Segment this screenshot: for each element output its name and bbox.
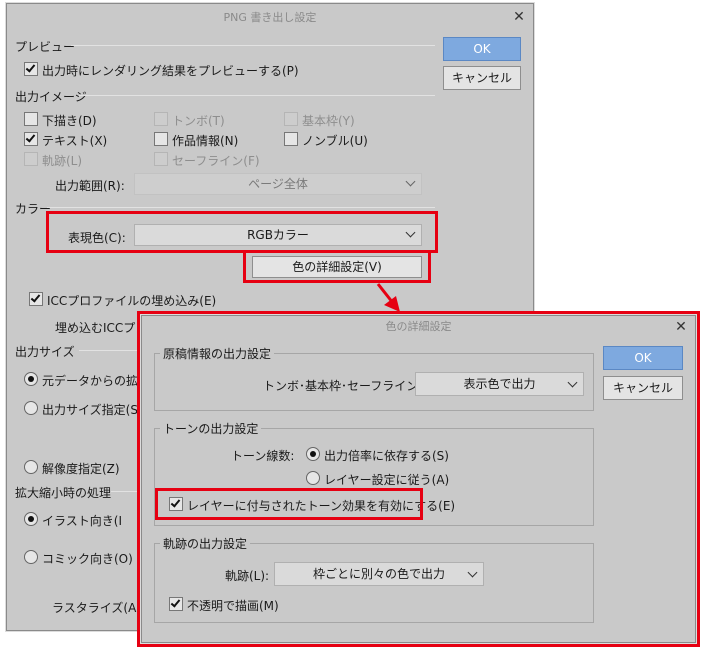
nombre-checkbox[interactable]	[284, 132, 298, 146]
opaque-label: 不透明で描画(M)	[187, 599, 279, 613]
output-image-divider	[79, 95, 435, 96]
png-dialog-title: PNG 書き出し設定	[223, 11, 317, 24]
tone-effect-checkbox[interactable]	[169, 497, 183, 511]
output-image-section-title: 出力イメージ	[15, 90, 87, 104]
trail-output-select[interactable]: 枠ごとに別々の色で出力	[274, 562, 484, 586]
color-section-title: カラー	[15, 202, 52, 216]
preview-divider	[71, 45, 435, 46]
source-info-group-title: 原稿情報の出力設定	[160, 345, 275, 362]
tombo-output-value: 表示色で出力	[463, 377, 536, 391]
resolution-specify-radio[interactable]	[24, 460, 38, 474]
output-range-label: 出力範囲(R):	[55, 179, 125, 193]
tone-layer-label: レイヤー設定に従う(A)	[324, 473, 450, 487]
icc-embed-checkbox[interactable]	[29, 292, 43, 306]
tone-scale-radio[interactable]	[306, 447, 320, 461]
output-size-section-title: 出力サイズ	[15, 345, 75, 359]
draft-label: 下描き(D)	[42, 114, 97, 128]
tombo-checkbox	[154, 112, 168, 126]
color-mode-value: RGBカラー	[247, 228, 309, 242]
output-range-select: ページ全体	[134, 173, 422, 195]
scaling-divider	[111, 491, 139, 492]
scaling-section-title: 拡大縮小時の処理	[15, 486, 112, 500]
trail-output-label: 軌跡(L):	[225, 569, 270, 583]
for-illust-radio[interactable]	[24, 512, 38, 526]
color-mode-select[interactable]: RGBカラー	[134, 224, 422, 246]
tone-lines-label: トーン線数:	[231, 449, 295, 463]
color-divider	[47, 207, 435, 208]
nombre-label: ノンブル(U)	[302, 134, 368, 148]
chevron-down-icon	[567, 377, 578, 388]
png-dialog-close-icon[interactable]: ✕	[511, 4, 527, 31]
safe-line-checkbox	[154, 152, 168, 166]
output-range-value: ページ全体	[248, 177, 308, 191]
trail-output-value: 枠ごとに別々の色で出力	[312, 567, 445, 581]
draft-checkbox[interactable]	[24, 112, 38, 126]
trail-label: 軌跡(L)	[42, 154, 83, 168]
color-detail-dialog: 色の詳細設定 ✕ OK キャンセル 原稿情報の出力設定 トンボ･基本枠･セーフラ…	[141, 315, 696, 643]
basic-frame-checkbox	[284, 112, 298, 126]
for-comic-label: コミック向き(O)	[42, 552, 133, 566]
trail-group-title: 軌跡の出力設定	[160, 535, 251, 552]
trail-checkbox	[24, 152, 38, 166]
tone-layer-radio[interactable]	[306, 471, 320, 485]
scale-from-original-radio[interactable]	[24, 372, 38, 386]
icc-embed-label: ICCプロファイルの埋め込み(E)	[47, 294, 217, 308]
chevron-down-icon	[405, 227, 416, 238]
for-comic-radio[interactable]	[24, 550, 38, 564]
tone-effect-label: レイヤーに付与されたトーン効果を有効にする(E)	[187, 499, 456, 513]
work-info-checkbox[interactable]	[154, 132, 168, 146]
tombo-output-select[interactable]: 表示色で出力	[415, 372, 584, 396]
png-cancel-button[interactable]: キャンセル	[443, 66, 521, 90]
chevron-down-icon	[405, 176, 416, 187]
for-illust-label: イラスト向き(I	[42, 514, 122, 528]
basic-frame-label: 基本枠(Y)	[302, 114, 355, 128]
color-detail-button[interactable]: 色の詳細設定(V)	[252, 256, 422, 278]
text-checkbox[interactable]	[24, 132, 38, 146]
resolution-specify-label: 解像度指定(Z)	[42, 462, 120, 476]
output-size-specify-radio[interactable]	[24, 401, 38, 415]
tombo-label: トンボ(T)	[172, 114, 225, 128]
tombo-output-label: トンボ･基本枠･セーフライン(T):	[263, 379, 440, 393]
output-size-specify-label: 出力サイズ指定(S)	[42, 403, 143, 417]
text-label: テキスト(X)	[42, 134, 108, 148]
color-mode-label: 表現色(C):	[68, 231, 126, 245]
preview-checkbox[interactable]	[24, 62, 38, 76]
tone-group-title: トーンの出力設定	[160, 420, 262, 437]
rasterize-label: ラスタライズ(A):	[52, 601, 146, 615]
color-ok-button[interactable]: OK	[603, 346, 683, 370]
tone-scale-label: 出力倍率に依存する(S)	[324, 449, 449, 463]
color-dialog-title: 色の詳細設定	[385, 320, 452, 333]
chevron-down-icon	[467, 567, 478, 578]
opaque-checkbox[interactable]	[169, 597, 183, 611]
png-ok-button[interactable]: OK	[443, 37, 521, 61]
safe-line-label: セーフライン(F)	[172, 154, 260, 168]
color-cancel-button[interactable]: キャンセル	[603, 376, 683, 400]
work-info-label: 作品情報(N)	[172, 134, 239, 148]
preview-section-title: プレビュー	[15, 40, 76, 54]
preview-checkbox-label: 出力時にレンダリング結果をプレビューする(P)	[42, 64, 299, 78]
color-dialog-close-icon[interactable]: ✕	[673, 316, 689, 338]
output-size-divider	[79, 350, 139, 351]
